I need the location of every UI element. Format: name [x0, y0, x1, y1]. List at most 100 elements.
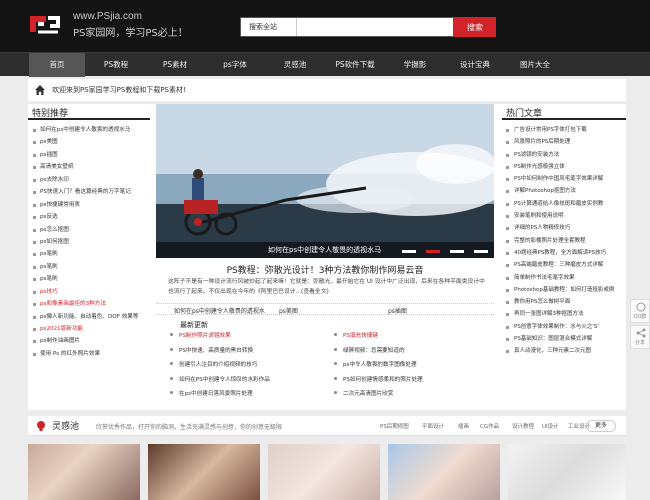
nav-home[interactable]: 首页 [29, 53, 85, 77]
share-button[interactable]: 分享 [630, 325, 650, 349]
slider-dot-3[interactable] [450, 250, 464, 253]
hot-article-item[interactable]: 再同一张图详解3种抠图方法 [502, 308, 626, 320]
featured-item[interactable]: 使用 Ps 的红外照片效果 [28, 348, 150, 360]
latest-update-item[interactable]: 绿屏视频：您需要知道的 [334, 346, 405, 354]
hot-articles-column: 热门文章 广告设计常用PS字体打包下载 风景照片的PS后期处理 PS滤镜的安装方法 P… [502, 104, 626, 410]
hot-article-item[interactable]: 风景照片的PS后期处理 [502, 136, 626, 148]
featured-item[interactable]: 高清美女壁纸 [28, 161, 150, 173]
latest-update-item[interactable]: 创建引人注目的介绍视频的技巧 [170, 360, 257, 368]
hot-article-item[interactable]: 安装笔刷和使用说明 [502, 210, 626, 222]
welcome-bar: 欢迎来到PS家园学习PS教程和下载PS素材! [28, 79, 626, 101]
slider-dot-1[interactable] [402, 250, 416, 253]
tag-illustration[interactable]: 插画 [458, 422, 469, 430]
featured-item[interactable]: ps反选 [28, 211, 150, 223]
featured-item[interactable]: ps去除水印 [28, 174, 150, 186]
hot-article-item[interactable]: 详细的PS人物精修技巧 [502, 222, 626, 234]
latest-update-item[interactable]: PS制作照片滤镜效果 [170, 331, 231, 339]
nav-design-guide[interactable]: 设计宝典 [446, 53, 504, 77]
hot-article-item[interactable]: 广告设计常用PS字体打包下载 [502, 124, 626, 136]
latest-update-item[interactable]: ps中令人敬畏的数字图像处理 [334, 360, 417, 368]
nav-ps-tutorial[interactable]: PS教程 [88, 53, 144, 77]
hot-article-item[interactable]: 详解Photoshop抠图方法 [502, 185, 626, 197]
hot-article-item[interactable]: Photoshop基础教程：如何打造投影或倒 [502, 284, 626, 296]
featured-item[interactable]: ps如何抠图 [28, 236, 150, 248]
featured-item[interactable]: ps快捷键常用表 [28, 199, 150, 211]
thumbnail[interactable] [28, 444, 140, 500]
search-scope-select[interactable]: 搜索全站 [241, 18, 297, 36]
tag-cg-works[interactable]: CG作品 [480, 422, 499, 430]
featured-item[interactable]: ps美图 [28, 136, 150, 148]
headline-title[interactable]: PS教程：弥散光设计！3种方法教你制作网易云音 [156, 263, 494, 276]
nav-image-gallery[interactable]: 图片大全 [506, 53, 564, 77]
nav-ps-material[interactable]: PS素材 [146, 53, 204, 77]
hot-article-item[interactable]: PS基础知识：图层混合模式详解 [502, 333, 626, 345]
hot-article-item[interactable]: 简单制作书法毛笔字效果 [502, 272, 626, 284]
headline-link-3[interactable]: ps插图 [388, 306, 407, 315]
featured-item[interactable]: ps笔刷 [28, 273, 150, 285]
latest-update-item[interactable]: PS中快速、高质量的黑白转换 [170, 346, 253, 354]
featured-item[interactable]: ps懒人新功能、自动着色、DOF 效果等 [28, 311, 150, 323]
featured-slider[interactable]: 如何在ps中创建令人敬畏的透视水马 [156, 104, 494, 258]
search-box: 搜索全站 [240, 17, 454, 37]
center-column: 如何在ps中创建令人敬畏的透视水马 PS教程：弥散光设计！3种方法教你制作网易云… [156, 104, 494, 410]
headline-link-2[interactable]: ps美图 [279, 306, 298, 315]
featured-item[interactable]: ps怎么抠图 [28, 224, 150, 236]
slider-dot-4[interactable] [474, 250, 488, 253]
site-slogan: PS家园网，学习PS必上！ [73, 28, 188, 39]
more-button[interactable]: 更多 [586, 420, 616, 432]
hot-article-item[interactable]: PS中如何制作中国风毛笔字效果详解 [502, 173, 626, 185]
inspiration-bar: 灵感池 欣赏优秀作品，打开你的脑洞，生活充满灵感与创意，你的创意无极限 PS后期… [28, 416, 626, 436]
featured-column: 特别推荐 如何在ps中创建令人敬畏的透视水马 ps美图 ps插图 高清美女壁纸 ps去除… [28, 104, 150, 410]
slide-image [156, 104, 494, 258]
featured-item[interactable]: 如何在ps中创建令人敬畏的透视水马 [28, 124, 150, 136]
headline-link-1[interactable]: 如何在ps中创建令人敬畏的透视水 [174, 306, 265, 315]
hot-article-item[interactable]: 40题经典PS教程，全方面解读PS技巧 [502, 247, 626, 259]
tag-ps-retouch[interactable]: PS后期修图 [380, 422, 409, 430]
hot-article-item[interactable]: PS创意字体效果制作：水与火之'S' [502, 321, 626, 333]
share-icon [636, 328, 646, 338]
featured-item[interactable]: ps笔刷 [28, 248, 150, 260]
hot-article-item[interactable]: 教你用PS怎么做树平面 [502, 296, 626, 308]
tag-design-tutorial[interactable]: 设计教程 [512, 422, 534, 430]
qq-group-button[interactable]: QQ群 [630, 299, 650, 323]
slider-dot-2[interactable] [426, 250, 440, 253]
tag-graphic-design[interactable]: 平面设计 [422, 422, 444, 430]
inspiration-title: 灵感池 [52, 422, 80, 432]
hot-article-item[interactable]: PS滤镜的安装方法 [502, 149, 626, 161]
featured-item[interactable]: PS快速入门？看这篇经典的万字笔记 [28, 186, 150, 198]
latest-update-item[interactable]: 如何在PS中创建令人惊叹的水彩作品 [170, 375, 270, 383]
latest-update-item[interactable]: PS填充快捷键 [334, 331, 378, 339]
psjia-logo[interactable] [24, 10, 62, 38]
search-button[interactable]: 搜索 [454, 17, 496, 37]
tag-ui-design[interactable]: UI设计 [542, 422, 559, 430]
featured-item[interactable]: ps和像素画最佳的3种方法 [28, 298, 150, 310]
latest-update-item[interactable]: 二次元高清图片欣赏 [334, 389, 393, 397]
latest-update-item[interactable]: 在ps中创建日落风景照片处理 [170, 389, 253, 397]
welcome-text: 欢迎来到PS家园学习PS教程和下载PS素材! [52, 86, 186, 94]
hot-article-item[interactable]: PS计算通道给人像祛斑和磨皮实例教 [502, 198, 626, 210]
headline-links: 如何在ps中创建令人敬畏的透视水 ps美图 ps插图 [156, 303, 494, 315]
thumbnail[interactable] [148, 444, 260, 500]
featured-item[interactable]: ps笔刷 [28, 261, 150, 273]
hot-article-item[interactable]: PS高端磨皮教程：三种磨皮方式详解 [502, 259, 626, 271]
featured-item[interactable]: ps技巧 [28, 286, 150, 298]
thumbnail[interactable] [268, 444, 380, 500]
nav-ps-software[interactable]: PS软件下载 [324, 53, 386, 77]
nav-inspiration[interactable]: 灵感池 [266, 53, 324, 77]
nav-ps-font[interactable]: ps字体 [206, 53, 264, 77]
featured-item[interactable]: ps制作油画图片 [28, 335, 150, 347]
thumbnail[interactable] [508, 444, 626, 500]
slide-caption[interactable]: 如何在ps中创建令人敬畏的透视水马 [156, 242, 494, 258]
hot-article-item[interactable]: PS制作光感极强立体 [502, 161, 626, 173]
nav-photography[interactable]: 学摄影 [386, 53, 444, 77]
thumbnail[interactable] [388, 444, 500, 500]
latest-update-item[interactable]: PS如何创建情感柔和的照片处理 [334, 375, 423, 383]
hot-article-item[interactable]: 真人动漫化，三种元素二次元图 [502, 345, 626, 357]
search-input[interactable] [299, 20, 449, 34]
site-header: www.PSjia.com PS家园网，学习PS必上！ 搜索全站 搜索 [0, 0, 650, 52]
featured-item[interactable]: ps插图 [28, 149, 150, 161]
featured-list: 如何在ps中创建令人敬畏的透视水马 ps美图 ps插图 高清美女壁纸 ps去除水印 PS快… [28, 124, 150, 360]
headline-summary: 这阵子不是有一种设计流行风被炒起了起来嘛！它就是：弥散光。最开始它在 UI 设计… [168, 279, 485, 295]
hot-article-item[interactable]: 完整的影楼照片处理全套教程 [502, 235, 626, 247]
featured-item[interactable]: ps2021版新功能 [28, 323, 150, 335]
